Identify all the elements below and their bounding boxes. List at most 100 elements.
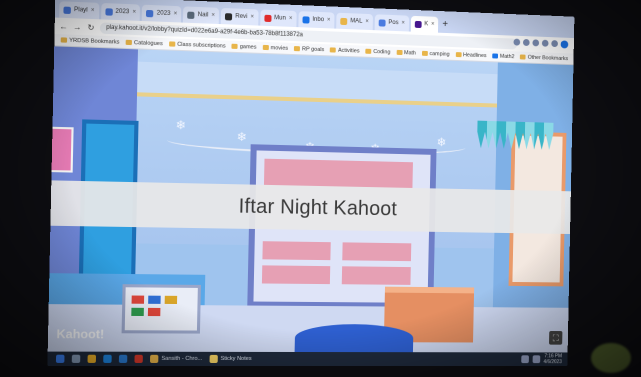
close-tab-icon[interactable]: × <box>174 11 178 17</box>
reload-button[interactable]: ↻ <box>86 22 96 32</box>
taskbar-app-chrome[interactable]: Sansith - Chro... <box>149 354 202 363</box>
fullscreen-icon[interactable]: ⛶ <box>548 331 563 345</box>
close-tab-icon[interactable]: × <box>91 8 95 14</box>
board-panel <box>341 266 411 285</box>
folder-icon <box>520 54 526 60</box>
extension-icon[interactable] <box>522 38 530 47</box>
browser-tab[interactable]: MAL × <box>336 12 373 31</box>
extension-icon[interactable] <box>513 38 521 46</box>
search-icon[interactable] <box>71 354 81 363</box>
sticky-notes-icon <box>209 354 218 363</box>
edge-icon[interactable] <box>103 354 112 363</box>
tab-favicon-icon <box>225 12 233 20</box>
word-icon[interactable] <box>118 354 128 363</box>
bookmark-item[interactable]: games <box>231 43 257 50</box>
back-button[interactable]: ← <box>59 21 69 31</box>
projected-screen: Playl × 2023 × 2023 × Nail × Revi × Mun × Inbo… <box>47 0 575 367</box>
tab-favicon-icon <box>378 18 386 27</box>
extension-icon[interactable] <box>551 40 558 48</box>
bookmark-item[interactable]: Catalogues <box>125 39 163 47</box>
browser-tab[interactable]: Nail × <box>183 6 220 25</box>
bookmark-item[interactable]: Math2 <box>492 53 515 60</box>
bookmark-item[interactable]: Class subscriptions <box>168 41 226 49</box>
browser-tab[interactable]: 2023 × <box>142 4 182 23</box>
profile-avatar-icon[interactable] <box>560 40 569 49</box>
kahoot-favicon-icon <box>414 20 422 28</box>
bookmark-item[interactable]: movies <box>262 44 288 51</box>
tab-favicon-icon <box>104 7 113 16</box>
laptop-tile <box>147 307 161 317</box>
bookmark-item[interactable]: Headlines <box>455 52 487 59</box>
close-tab-icon[interactable]: × <box>250 14 254 20</box>
wifi-icon[interactable] <box>520 355 529 364</box>
close-tab-icon[interactable]: × <box>211 13 215 19</box>
folder-icon <box>60 37 68 43</box>
tab-favicon-icon <box>264 14 272 22</box>
folder-icon <box>455 52 462 58</box>
browser-tab-active[interactable]: K × <box>410 15 439 33</box>
bookmark-item[interactable]: Math <box>396 49 416 56</box>
folder-icon <box>421 50 428 56</box>
folder-icon <box>396 49 403 56</box>
taskbar-app-sticky-notes[interactable]: Sticky Notes <box>209 354 252 363</box>
browser-tab[interactable]: Pos × <box>374 14 409 32</box>
laptop-illustration <box>121 284 201 334</box>
extension-icon[interactable] <box>541 39 549 47</box>
laptop-tile <box>131 295 145 304</box>
snowflake-icon: ❄ <box>436 135 447 150</box>
taskbar-clock[interactable]: 7:16 PM 4/6/2023 <box>543 353 562 365</box>
volume-icon[interactable] <box>532 355 540 364</box>
board-panel <box>261 265 331 285</box>
tab-favicon-icon <box>340 17 348 25</box>
tab-favicon-icon <box>302 15 310 24</box>
browser-tab[interactable]: Inbo × <box>298 11 335 29</box>
browser-tab[interactable]: Revi × <box>220 7 259 26</box>
laptop-tile <box>148 295 161 304</box>
folder-icon <box>262 44 269 51</box>
folder-icon <box>365 48 372 54</box>
photo-stage: Playl × 2023 × 2023 × Nail × Revi × Mun × Inbo… <box>0 0 641 377</box>
system-tray: 7:16 PM 4/6/2023 <box>520 353 568 365</box>
bookmark-item[interactable]: Activities <box>330 47 360 54</box>
extension-icon[interactable] <box>532 39 540 47</box>
bookmark-item[interactable]: camping <box>421 50 450 57</box>
board-panel <box>342 242 412 262</box>
bookmark-item[interactable]: Coding <box>365 48 390 55</box>
close-tab-icon[interactable]: × <box>401 20 405 26</box>
folder-icon <box>168 41 176 47</box>
folder-icon <box>125 39 132 46</box>
tab-favicon-icon <box>187 11 195 19</box>
close-tab-icon[interactable]: × <box>365 19 369 25</box>
powerpoint-icon[interactable] <box>134 354 143 363</box>
close-tab-icon[interactable]: × <box>132 9 136 15</box>
bookmark-item[interactable]: YRDSB Bookmarks <box>60 37 119 45</box>
chrome-icon <box>149 354 159 363</box>
folder-icon <box>294 46 301 52</box>
classroom-rug <box>294 323 414 353</box>
browser-tab[interactable]: 2023 × <box>100 2 141 21</box>
close-tab-icon[interactable]: × <box>327 17 331 23</box>
folder-icon <box>231 43 238 49</box>
board-panel <box>262 241 331 261</box>
game-title: Iftar Night Kahoot <box>238 194 398 220</box>
laptop-tile <box>131 307 144 317</box>
windows-taskbar: Sansith - Chro... Sticky Notes 7:16 PM 4… <box>47 351 568 367</box>
browser-tab[interactable]: Mun × <box>259 9 297 28</box>
folder-icon <box>492 53 499 59</box>
wall-picture <box>49 126 74 173</box>
bookmark-item[interactable]: Other Bookmarks <box>520 54 568 62</box>
tab-favicon-icon <box>63 6 71 14</box>
start-icon[interactable] <box>55 354 65 363</box>
bookmark-item[interactable]: RP goals <box>294 46 324 53</box>
new-tab-button[interactable]: + <box>442 17 448 33</box>
close-tab-icon[interactable]: × <box>289 16 293 22</box>
forward-button[interactable]: → <box>73 22 83 32</box>
foreground-plant <box>591 343 631 373</box>
kahoot-lobby-page: ❄ ❄ ❄ ❄ ❄ Iftar Night <box>47 46 574 353</box>
snowflake-icon: ❄ <box>175 117 187 133</box>
file-explorer-icon[interactable] <box>87 354 97 363</box>
board-panel <box>263 158 413 188</box>
browser-tab[interactable]: Playl × <box>59 1 99 20</box>
close-tab-icon[interactable]: × <box>431 22 435 28</box>
snowflake-icon: ❄ <box>236 129 248 145</box>
